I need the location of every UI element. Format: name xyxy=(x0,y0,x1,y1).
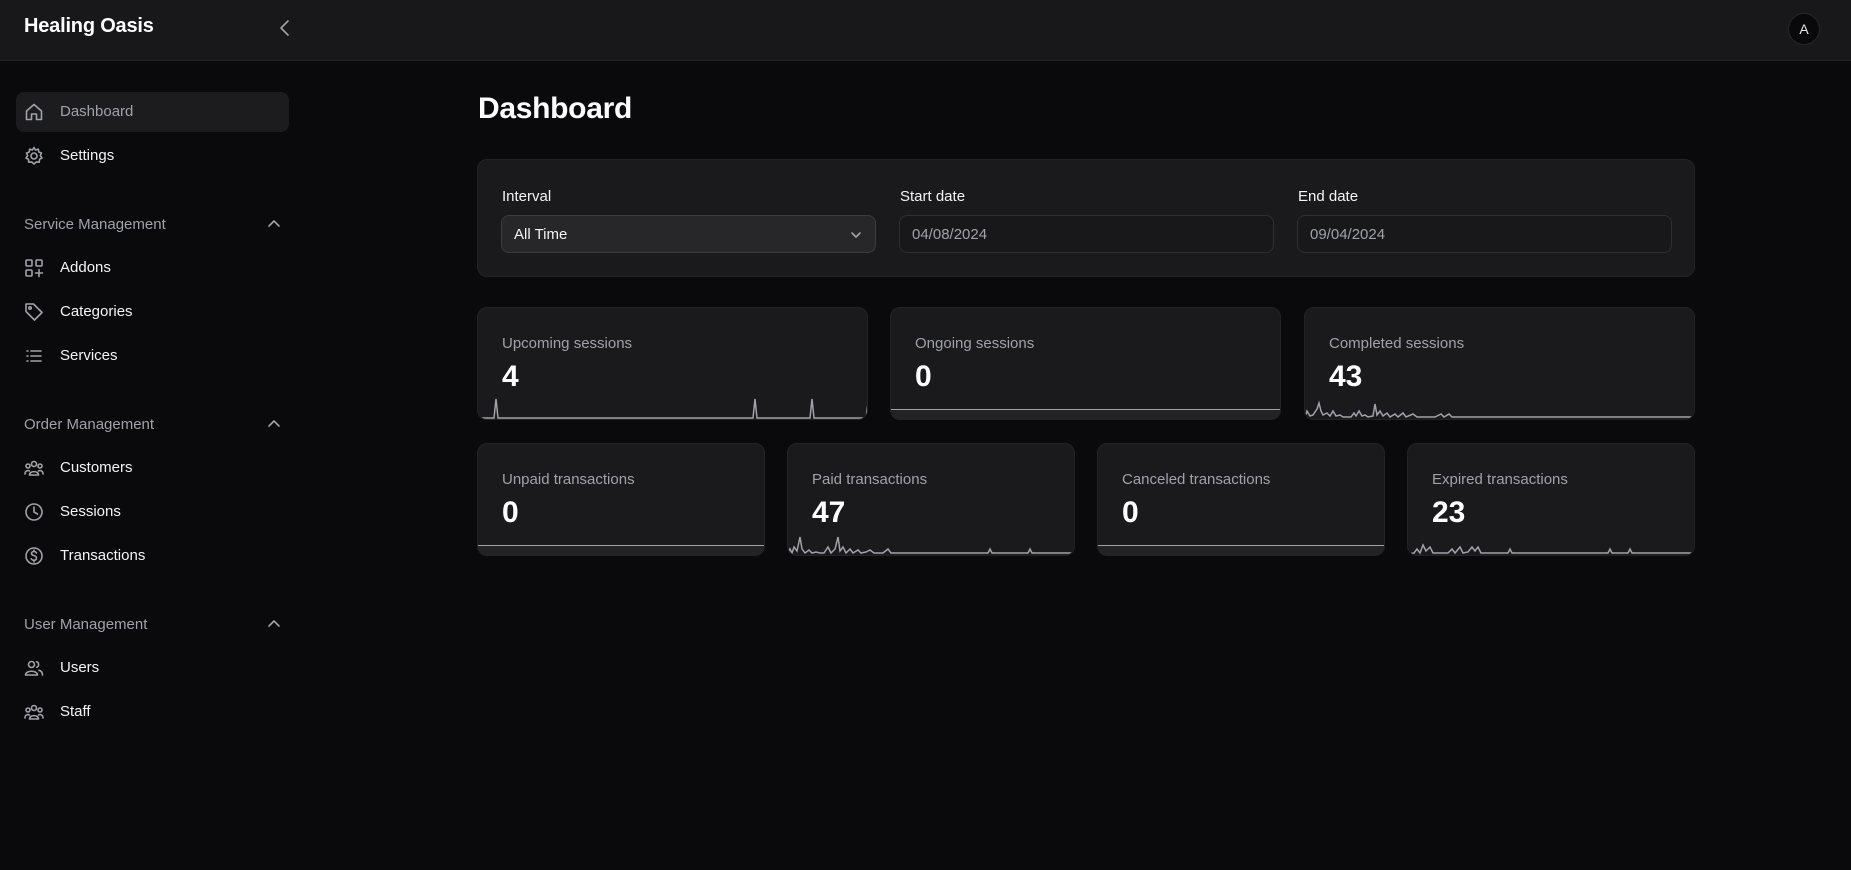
sidebar-item-sessions[interactable]: Sessions xyxy=(16,492,289,532)
sidebar-item-label: Users xyxy=(60,659,100,676)
end-date-value: 09/04/2024 xyxy=(1310,225,1386,243)
start-date-label: Start date xyxy=(900,188,966,205)
home-icon xyxy=(24,102,44,122)
page-title: Dashboard xyxy=(478,92,632,125)
sidebar-item-label: Customers xyxy=(60,459,133,476)
sidebar-item-staff[interactable]: Staff xyxy=(16,692,289,732)
stat-value: 0 xyxy=(502,496,519,529)
interval-label: Interval xyxy=(502,188,552,205)
stat-label: Expired transactions xyxy=(1432,471,1568,488)
stat-card-ongoing-sessions: Ongoing sessions 0 xyxy=(890,307,1281,420)
sidebar-item-label: Sessions xyxy=(60,503,121,520)
stat-card-upcoming-sessions: Upcoming sessions 4 xyxy=(477,307,868,420)
sidebar-item-label: Transactions xyxy=(60,547,146,564)
list-icon xyxy=(24,346,44,366)
sidebar-item-label: Services xyxy=(60,347,118,364)
interval-value: All Time xyxy=(514,225,568,243)
section-service-management[interactable]: Service Management xyxy=(24,212,281,236)
sidebar-item-label: Staff xyxy=(60,703,91,720)
sidebar-item-settings[interactable]: Settings xyxy=(16,136,289,176)
interval-select[interactable]: All Time xyxy=(501,215,876,253)
chevron-left-icon xyxy=(280,20,289,36)
sidebar-item-label: Settings xyxy=(60,147,115,164)
stat-label: Ongoing sessions xyxy=(915,335,1035,352)
stat-value: 0 xyxy=(1122,496,1139,529)
sidebar-item-label: Addons xyxy=(60,259,111,276)
chevron-up-icon xyxy=(268,620,280,627)
tag-icon xyxy=(24,302,44,322)
section-order-management[interactable]: Order Management xyxy=(24,412,281,436)
stat-label: Paid transactions xyxy=(812,471,928,488)
grid-plus-icon xyxy=(24,258,44,278)
sidebar-item-transactions[interactable]: Transactions xyxy=(16,536,289,576)
chevron-up-icon xyxy=(268,220,280,227)
stat-label: Canceled transactions xyxy=(1122,471,1271,488)
end-date-label: End date xyxy=(1298,188,1359,205)
sidebar-item-users[interactable]: Users xyxy=(16,648,289,688)
stat-card-completed-sessions: Completed sessions 43 xyxy=(1304,307,1695,420)
users-group-icon xyxy=(24,458,44,478)
section-title: Order Management xyxy=(24,415,155,433)
sidebar: Dashboard Settings Service Management Ad… xyxy=(0,61,300,870)
end-date-input[interactable]: 09/04/2024 xyxy=(1297,215,1672,253)
chevron-up-icon xyxy=(268,420,280,427)
stat-value: 0 xyxy=(915,360,932,393)
users-icon xyxy=(24,658,44,678)
clock-icon xyxy=(24,502,44,522)
stat-label: Unpaid transactions xyxy=(502,471,635,488)
sparkline xyxy=(478,545,764,555)
stat-label: Upcoming sessions xyxy=(502,335,633,352)
filter-card: Interval All Time Start date 04/08/2024 … xyxy=(477,159,1695,277)
top-bar: Healing Oasis A xyxy=(0,0,1851,61)
sparkline xyxy=(891,409,1280,419)
stat-card-paid-transactions: Paid transactions 47 xyxy=(787,443,1075,556)
collapse-sidebar-button[interactable] xyxy=(274,16,296,40)
brand-title: Healing Oasis xyxy=(24,15,154,37)
sparkline xyxy=(1305,400,1694,419)
sparkline xyxy=(478,398,867,419)
stat-card-canceled-transactions: Canceled transactions 0 xyxy=(1097,443,1385,556)
sidebar-item-addons[interactable]: Addons xyxy=(16,248,289,288)
section-title: User Management xyxy=(24,615,148,633)
avatar[interactable]: A xyxy=(1788,13,1820,45)
dollar-circle-icon xyxy=(24,546,44,566)
stat-card-expired-transactions: Expired transactions 23 xyxy=(1407,443,1695,556)
sidebar-item-label: Categories xyxy=(60,303,133,320)
stat-label: Completed sessions xyxy=(1329,335,1465,352)
chevron-down-icon xyxy=(851,232,861,238)
sidebar-item-services[interactable]: Services xyxy=(16,336,289,376)
section-user-management[interactable]: User Management xyxy=(24,612,281,636)
sparkline xyxy=(1098,545,1384,555)
sidebar-item-categories[interactable]: Categories xyxy=(16,292,289,332)
sidebar-item-label: Dashboard xyxy=(60,103,134,120)
stat-card-unpaid-transactions: Unpaid transactions 0 xyxy=(477,443,765,556)
users-group-icon xyxy=(24,702,44,722)
start-date-value: 04/08/2024 xyxy=(912,225,988,243)
sparkline xyxy=(788,536,1074,555)
sparkline xyxy=(1408,543,1694,555)
start-date-input[interactable]: 04/08/2024 xyxy=(899,215,1274,253)
gear-icon xyxy=(24,146,44,166)
sidebar-item-dashboard[interactable]: Dashboard xyxy=(16,92,289,132)
section-title: Service Management xyxy=(24,215,166,233)
sidebar-item-customers[interactable]: Customers xyxy=(16,448,289,488)
